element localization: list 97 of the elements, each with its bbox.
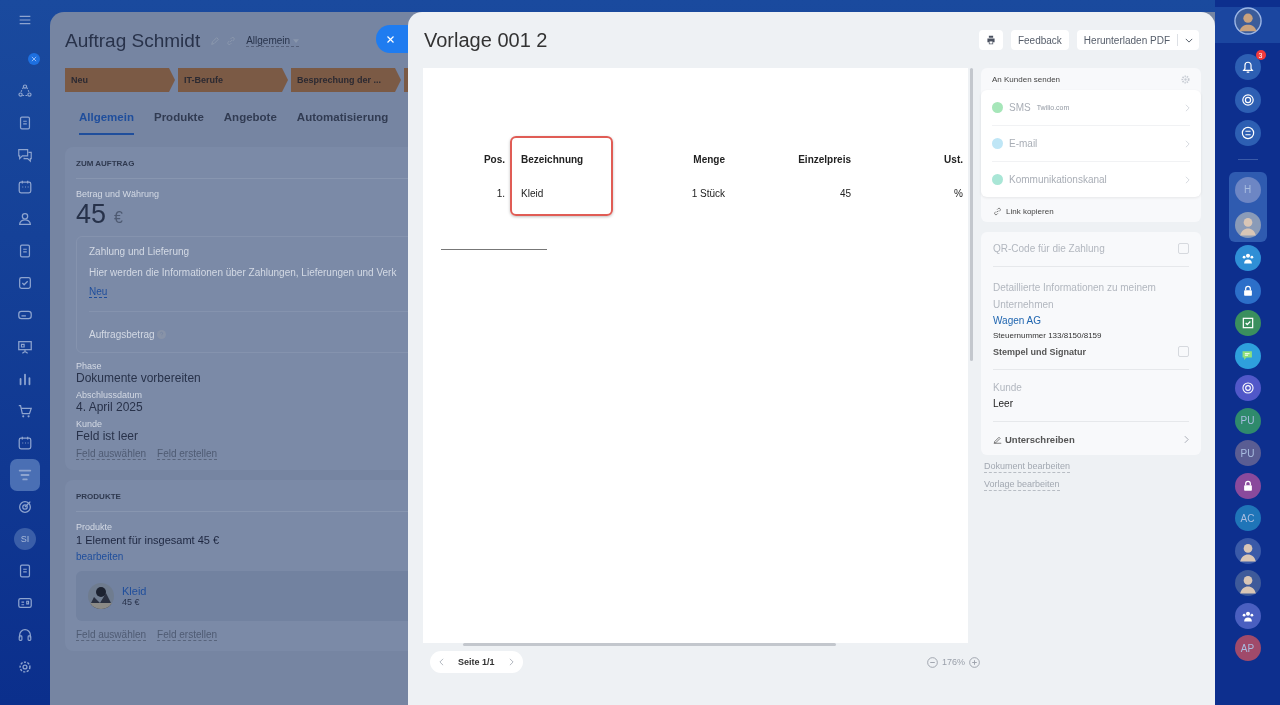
chat-lock-icon[interactable] [1234,472,1261,499]
checkbox[interactable] [1178,243,1189,254]
edit-link[interactable]: bearbeiten [76,551,124,562]
tax-number: Steuernummer 133/8150/8159 [993,331,1103,340]
table-cell-text: Kleid [520,186,545,201]
amount-value: 45 [76,199,107,230]
tab[interactable]: Allgemein [79,111,134,135]
headset-icon[interactable] [17,627,33,643]
document-icon[interactable] [17,243,33,259]
chat-check-icon[interactable] [1234,310,1261,337]
calendar-icon[interactable] [17,435,33,451]
option-label: Stempel und Signatur [993,346,1086,357]
chat-lock-icon[interactable] [1234,277,1261,304]
bell-icon[interactable] [1234,54,1261,80]
swirl-icon[interactable] [1234,87,1261,113]
table-cell-text: % [953,186,963,201]
field-label: Betrag und Währung [76,189,160,199]
print-icon[interactable] [985,35,996,45]
user-initials-avatar[interactable]: SI [14,528,36,550]
user-avatar[interactable] [1233,7,1262,35]
chat-sync-icon[interactable] [1234,120,1261,146]
field-label: Phase [76,361,102,371]
stage-step[interactable]: IT-Berufe [178,68,288,92]
checkbox-icon[interactable] [17,275,33,291]
document-icon[interactable] [17,115,33,131]
deal-title: Auftrag Schmidt [65,30,201,52]
option-label: Detaillierte Informationen zu meinem Unternehmen [993,281,1157,312]
field-label: Kunde [76,419,103,429]
id-card-icon[interactable] [17,595,33,611]
zoom-in-icon[interactable] [969,656,980,668]
cart-icon[interactable] [17,403,33,419]
card-title: An Kunden senden [992,75,1061,84]
edit-link[interactable]: Dokument bearbeiten [984,461,1071,473]
pen-icon[interactable] [993,435,1002,444]
field-value: Dokumente vorbereiten [76,371,201,385]
contact-avatar[interactable]: PU [1234,407,1261,434]
currency-symbol: € [114,209,123,227]
product-price: 45 € [122,597,141,607]
page-indicator: Seite 1/1 [458,657,495,667]
bar-chart-icon[interactable] [17,371,33,387]
table-cell-text: 1 Stück [690,186,725,201]
chat-people-icon[interactable] [1234,245,1261,272]
chevron-down-icon[interactable] [1185,37,1193,43]
feedback-button[interactable]: Feedback [1010,30,1069,50]
copy-link-button[interactable]: Link kopieren [981,197,1201,216]
people-icon[interactable] [17,211,33,227]
chat-swirl-icon[interactable] [1234,375,1261,402]
field-label: Auftragsbetrag [89,329,155,340]
stage-step[interactable]: Besprechung der ... [291,68,401,92]
settings-icon[interactable] [17,659,33,675]
field-label: Kunde [993,382,1023,393]
new-link[interactable]: Neu [89,286,108,298]
option-label: QR-Code für die Zahlung [993,243,1105,254]
close-icon[interactable] [386,34,395,44]
target-icon[interactable] [17,499,33,515]
link-icon[interactable] [993,207,1002,216]
chat-icon[interactable] [17,147,33,163]
contact-avatar[interactable]: PU [1234,440,1261,467]
person-avatar[interactable] [1234,537,1261,564]
horizontal-scrollbar[interactable] [463,643,836,646]
table-cell-text: 45 [838,186,851,201]
contact-avatar[interactable]: AP [1234,635,1261,662]
print-button[interactable] [978,30,1003,50]
payment-description: Hier werden die Informationen über Zahlungen, Lieferungen und Verk [89,267,397,278]
checkbox[interactable] [1178,346,1189,357]
tab[interactable]: Automatisierung [296,111,389,133]
chat-chat-icon[interactable] [1234,342,1261,369]
product-name-link[interactable]: Kleid [122,585,147,597]
tab[interactable]: Angebote [223,111,277,133]
company-link[interactable]: Wagen AG [993,315,1189,326]
person-avatar[interactable] [1234,211,1261,238]
field-value: Leer [993,398,1014,409]
sign-button[interactable]: Unterschreiben [993,434,1189,445]
products-summary: 1 Element für insgesamt 45 € [76,534,220,546]
contact-avatar[interactable]: H [1234,176,1261,203]
presentation-icon[interactable] [17,339,33,355]
person-avatar[interactable] [1234,570,1261,597]
payment-title: Zahlung und Lieferung [89,246,190,257]
calendar-icon[interactable] [17,179,33,195]
chat-people-icon[interactable] [1234,602,1261,629]
field-label: Produkte [76,522,113,532]
table-cell-text: 1. [495,186,505,201]
vertical-scrollbar[interactable] [970,68,973,361]
field-value: Feld ist leer [76,429,139,443]
funnel-icon[interactable] [17,467,33,483]
download-pdf-button[interactable]: Herunterladen PDF [1076,30,1199,50]
tab[interactable]: Produkte [153,111,204,133]
edit-link[interactable]: Vorlage bearbeiten [984,479,1060,491]
stage-step[interactable]: Neu [65,68,175,92]
field-value: 4. April 2025 [76,400,143,414]
field-label: Abschlussdatum [76,390,143,400]
flow-icon[interactable] [17,83,33,99]
category-dropdown[interactable]: Allgemein [246,35,300,47]
contact-avatar[interactable]: AC [1234,505,1261,532]
document-icon[interactable] [17,563,33,579]
zoom-level: 176% [941,657,965,667]
panel-title: Vorlage 001 2 [424,28,549,52]
